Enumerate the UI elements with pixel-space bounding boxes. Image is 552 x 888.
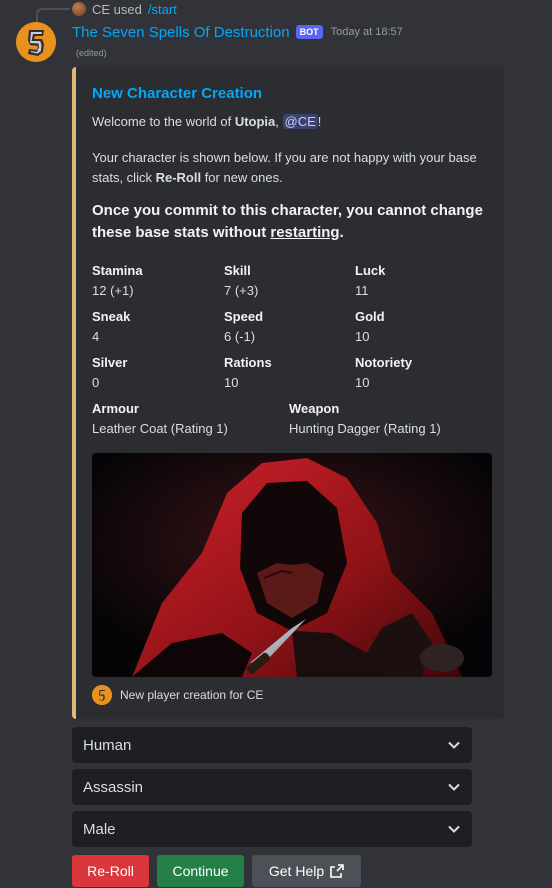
continue-button[interactable]: Continue bbox=[157, 855, 244, 887]
field-name: Weapon bbox=[289, 401, 340, 416]
footer-text: New player creation for CE bbox=[120, 688, 264, 702]
gender-select-value: Male bbox=[83, 820, 116, 838]
field-luck: Luck 11 bbox=[355, 262, 385, 301]
warning-text: Once you commit to this character, you c… bbox=[92, 200, 483, 244]
field-name: Skill bbox=[224, 263, 251, 278]
field-gold: Gold 10 bbox=[355, 308, 385, 347]
warning-prefix: these base stats without bbox=[92, 224, 271, 241]
welcome-prefix: Welcome to the world of bbox=[92, 114, 235, 129]
info-line-2: stats, click Re-Roll for new ones. bbox=[92, 168, 477, 188]
field-weapon: Weapon Hunting Dagger (Rating 1) bbox=[289, 400, 441, 439]
info-suffix: for new ones. bbox=[201, 170, 283, 185]
field-value: 6 (-1) bbox=[224, 329, 256, 344]
field-name: Luck bbox=[355, 263, 386, 278]
reroll-button[interactable]: Re-Roll bbox=[72, 855, 149, 887]
continue-label: Continue bbox=[172, 863, 229, 879]
field-silver: Silver 0 bbox=[92, 354, 127, 393]
field-armour: Armour Leather Coat (Rating 1) bbox=[92, 400, 228, 439]
race-select-value: Human bbox=[83, 736, 132, 754]
get-help-label: Get Help bbox=[268, 863, 325, 879]
welcome-line: Welcome to the world of Utopia, @CE! bbox=[92, 112, 321, 132]
embed-title: New Character Creation bbox=[92, 85, 263, 102]
reply-connector bbox=[36, 8, 70, 24]
gender-select[interactable]: Male bbox=[72, 811, 472, 847]
world-name: Utopia bbox=[234, 114, 276, 129]
reroll-label: Re-Roll bbox=[87, 863, 134, 879]
field-value: 4 bbox=[92, 329, 100, 344]
field-value: 12 (+1) bbox=[92, 283, 134, 298]
bot-logo-icon bbox=[16, 22, 56, 62]
warning-suffix: . bbox=[339, 224, 344, 241]
field-value: 11 bbox=[355, 283, 369, 298]
welcome-sep: , bbox=[275, 114, 283, 129]
field-name: Gold bbox=[355, 309, 385, 324]
bot-badge: BOT bbox=[295, 25, 323, 39]
restarting-link: restarting bbox=[270, 224, 340, 241]
field-sneak: Sneak 4 bbox=[92, 308, 130, 347]
field-value: 0 bbox=[92, 375, 100, 390]
field-name: Speed bbox=[224, 309, 264, 324]
race-select[interactable]: Human bbox=[72, 727, 472, 763]
field-value: 10 bbox=[224, 375, 239, 390]
warning-line-2: these base stats without restarting. bbox=[92, 222, 483, 244]
edited-label: (edited) bbox=[76, 48, 107, 58]
info-text: Your character is shown below. If you ar… bbox=[92, 148, 477, 188]
bot-avatar[interactable] bbox=[16, 22, 56, 62]
embed-footer: New player creation for CE bbox=[92, 685, 263, 705]
class-select[interactable]: Assassin bbox=[72, 769, 472, 805]
chevron-down-icon bbox=[448, 741, 460, 749]
message-timestamp: Today at 18:57 bbox=[330, 26, 403, 38]
bot-name[interactable]: The Seven Spells Of Destruction bbox=[72, 24, 290, 41]
info-prefix: stats, click bbox=[92, 170, 156, 185]
field-value: 10 bbox=[355, 375, 370, 390]
message-header: The Seven Spells Of Destruction BOT Toda… bbox=[72, 22, 403, 42]
reply-command[interactable]: /start bbox=[148, 2, 177, 17]
field-name: Silver bbox=[92, 355, 128, 370]
chevron-down-icon bbox=[448, 825, 460, 833]
hooded-assassin-illustration bbox=[92, 453, 492, 677]
info-line-1: Your character is shown below. If you ar… bbox=[92, 150, 477, 165]
field-name: Sneak bbox=[92, 309, 131, 324]
field-notoriety: Notoriety 10 bbox=[355, 354, 412, 393]
field-value: 10 bbox=[355, 329, 370, 344]
field-stamina: Stamina 12 (+1) bbox=[92, 262, 143, 301]
field-name: Stamina bbox=[92, 263, 143, 278]
reroll-word: Re-Roll bbox=[155, 170, 202, 185]
field-value: Hunting Dagger (Rating 1) bbox=[289, 421, 441, 436]
class-select-value: Assassin bbox=[83, 778, 144, 796]
field-value: Leather Coat (Rating 1) bbox=[92, 421, 228, 436]
user-mini-avatar bbox=[72, 2, 86, 16]
field-name: Notoriety bbox=[355, 355, 413, 370]
warning-line-1: Once you commit to this character, you c… bbox=[92, 202, 483, 219]
chevron-down-icon bbox=[448, 783, 460, 791]
user-mention[interactable]: @CE bbox=[282, 114, 318, 129]
field-skill: Skill 7 (+3) bbox=[224, 262, 258, 301]
field-name: Rations bbox=[224, 355, 272, 370]
external-link-icon bbox=[330, 864, 344, 878]
welcome-suffix: ! bbox=[317, 114, 322, 129]
character-embed: New Character Creation Welcome to the wo… bbox=[72, 67, 504, 719]
field-rations: Rations 10 bbox=[224, 354, 272, 393]
field-value: 7 (+3) bbox=[224, 283, 259, 298]
field-name: Armour bbox=[92, 401, 139, 416]
footer-logo-icon bbox=[92, 685, 112, 705]
character-image[interactable] bbox=[92, 453, 492, 677]
field-speed: Speed 6 (-1) bbox=[224, 308, 263, 347]
reply-user: CE used bbox=[92, 1, 142, 17]
get-help-button[interactable]: Get Help bbox=[252, 855, 361, 887]
command-reply[interactable]: CE used /start bbox=[72, 0, 177, 18]
